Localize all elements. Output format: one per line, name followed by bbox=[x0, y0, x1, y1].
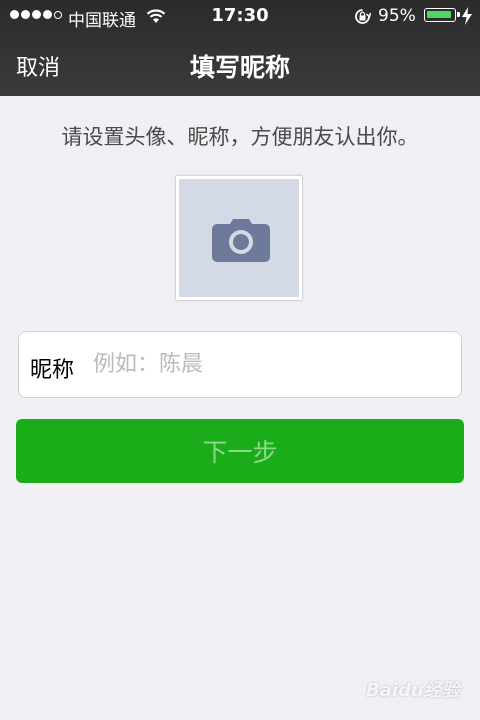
page-title: 填写昵称 bbox=[189, 53, 290, 82]
watermark-text: Baidu经验 bbox=[366, 680, 460, 701]
battery-level-fill bbox=[427, 11, 451, 18]
avatar-upload-button[interactable] bbox=[176, 176, 302, 300]
battery-icon bbox=[424, 8, 460, 22]
avatar-placeholder bbox=[179, 179, 299, 297]
instruction-text: 请设置头像、昵称，方便朋友认出你。 bbox=[61, 125, 419, 149]
nickname-input[interactable] bbox=[93, 340, 453, 388]
battery-percent: 95% bbox=[378, 6, 416, 26]
top-bar: 中国联通 17:30 95% 取消 填写昵称 bbox=[0, 0, 480, 96]
charging-bolt-icon bbox=[461, 7, 473, 30]
battery-tip bbox=[457, 12, 460, 17]
rotation-lock-icon bbox=[354, 8, 372, 30]
nickname-field: 昵称 bbox=[18, 331, 462, 398]
camera-icon bbox=[212, 218, 270, 266]
navigation-bar: 取消 填写昵称 bbox=[0, 32, 480, 96]
status-bar: 中国联通 17:30 95% bbox=[0, 0, 480, 32]
nickname-label: 昵称 bbox=[30, 358, 75, 383]
next-step-button[interactable]: 下一步 bbox=[16, 419, 464, 483]
